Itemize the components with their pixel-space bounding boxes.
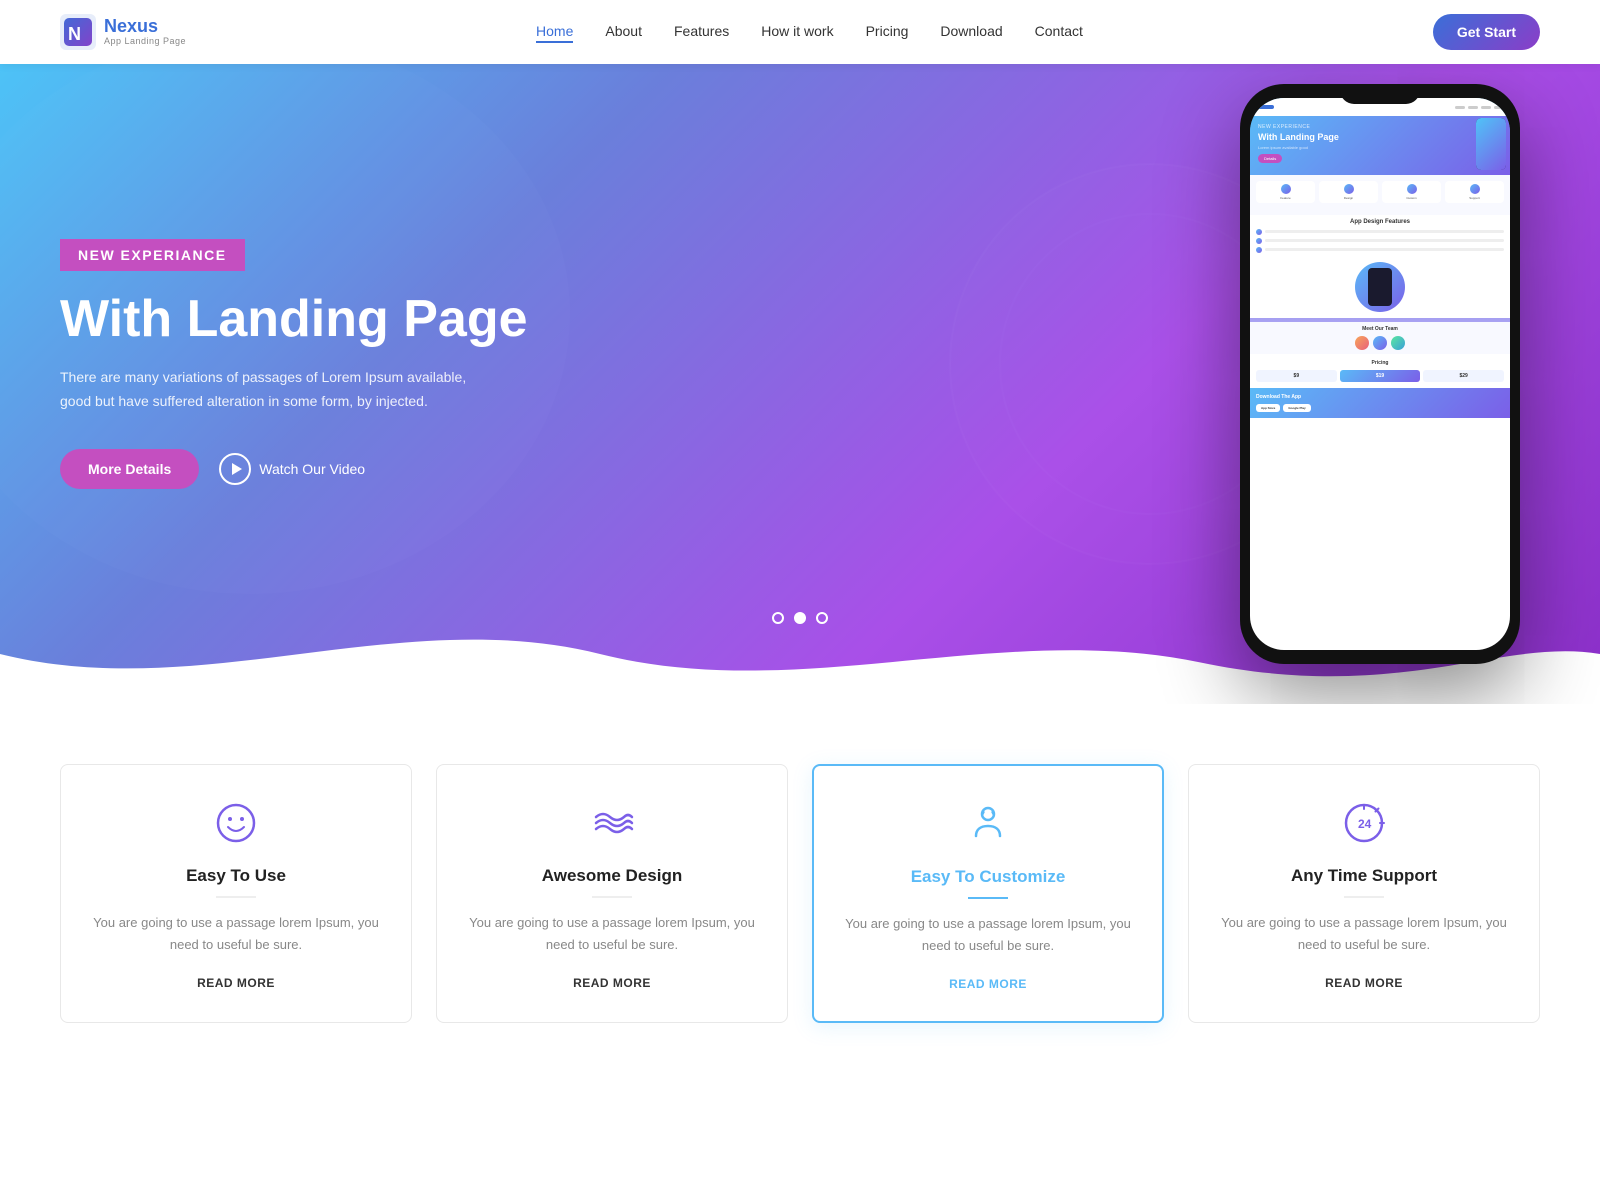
features-section: Easy To Use You are going to use a passa… [0,704,1600,1063]
nav-pricing[interactable]: Pricing [866,23,909,39]
feature-desc-2: You are going to use a passage lorem Ips… [461,912,763,956]
more-details-button[interactable]: More Details [60,449,199,489]
feature-title-4: Any Time Support [1213,866,1515,886]
phone-download-section: Download The App App Store Google Play [1250,388,1510,418]
feature-icon-waves [461,801,763,850]
watch-video-label: Watch Our Video [259,461,365,477]
play-icon [219,453,251,485]
feature-title-3: Easy To Customize [838,867,1138,887]
logo: N Nexus App Landing Page [60,14,186,50]
logo-text: Nexus App Landing Page [104,17,186,47]
feature-title-2: Awesome Design [461,866,763,886]
logo-subtitle: App Landing Page [104,37,186,47]
dot-1[interactable] [772,612,784,624]
phone-frame: NEW EXPERIENCE With Landing Page Lorem i… [1240,84,1520,664]
slider-dots [772,612,828,624]
feature-card-awesome-design: Awesome Design You are going to use a pa… [436,764,788,1023]
feature-card-easy-to-customize: Easy To Customize You are going to use a… [812,764,1164,1023]
feature-icon-customize [838,802,1138,851]
hero-section: NEW EXPERIANCE With Landing Page There a… [0,64,1600,704]
nav-about[interactable]: About [605,23,642,39]
feature-desc-4: You are going to use a passage lorem Ips… [1213,912,1515,956]
hero-title: With Landing Page [60,291,528,348]
feature-read-more-4[interactable]: READ MORE [1325,976,1403,990]
feature-read-more-1[interactable]: READ MORE [197,976,275,990]
feature-card-easy-to-use: Easy To Use You are going to use a passa… [60,764,412,1023]
phone-screen: NEW EXPERIENCE With Landing Page Lorem i… [1250,98,1510,650]
nav-features[interactable]: Features [674,23,729,39]
phone-hero: NEW EXPERIENCE With Landing Page Lorem i… [1250,116,1510,175]
dot-3[interactable] [816,612,828,624]
features-grid: Easy To Use You are going to use a passa… [60,764,1540,1023]
nav-contact[interactable]: Contact [1035,23,1083,39]
feature-divider-1 [216,896,256,898]
svg-text:24: 24 [1358,817,1372,831]
phone-app-features: App Design Features [1250,215,1510,318]
feature-desc-1: You are going to use a passage lorem Ips… [85,912,387,956]
feature-icon-support: 24 [1213,801,1515,850]
logo-icon: N [60,14,96,50]
hero-content: NEW EXPERIANCE With Landing Page There a… [0,159,588,610]
feature-icon-smiley [85,801,387,850]
feature-desc-3: You are going to use a passage lorem Ips… [838,913,1138,957]
feature-read-more-3[interactable]: READ MORE [949,977,1027,991]
svg-text:N: N [68,24,81,44]
feature-divider-4 [1344,896,1384,898]
dot-2[interactable] [794,612,806,624]
hero-description: There are many variations of passages of… [60,366,480,414]
logo-name: Nexus [104,17,186,37]
feature-card-any-time-support: 24 Any Time Support You are going to use… [1188,764,1540,1023]
nav-download[interactable]: Download [940,23,1002,39]
phone-mockup: NEW EXPERIENCE With Landing Page Lorem i… [1240,84,1520,664]
nav-links: Home About Features How it work Pricing … [536,23,1083,41]
phone-notch [1340,84,1420,104]
phone-pricing-section: Pricing $9 $19 $29 [1250,354,1510,388]
nav-home[interactable]: Home [536,23,573,43]
watch-video-button[interactable]: Watch Our Video [219,453,365,485]
hero-actions: More Details Watch Our Video [60,449,528,489]
phone-white-section: Feature Design Custom Support [1250,175,1510,215]
feature-read-more-2[interactable]: READ MORE [573,976,651,990]
hero-badge: NEW EXPERIANCE [60,239,245,271]
navbar: N Nexus App Landing Page Home About Feat… [0,0,1600,64]
feature-divider-2 [592,896,632,898]
get-start-button[interactable]: Get Start [1433,14,1540,50]
feature-divider-3 [968,897,1008,899]
nav-how-it-work[interactable]: How it work [761,23,833,39]
phone-team-section: Meet Our Team [1250,322,1510,354]
feature-title-1: Easy To Use [85,866,387,886]
